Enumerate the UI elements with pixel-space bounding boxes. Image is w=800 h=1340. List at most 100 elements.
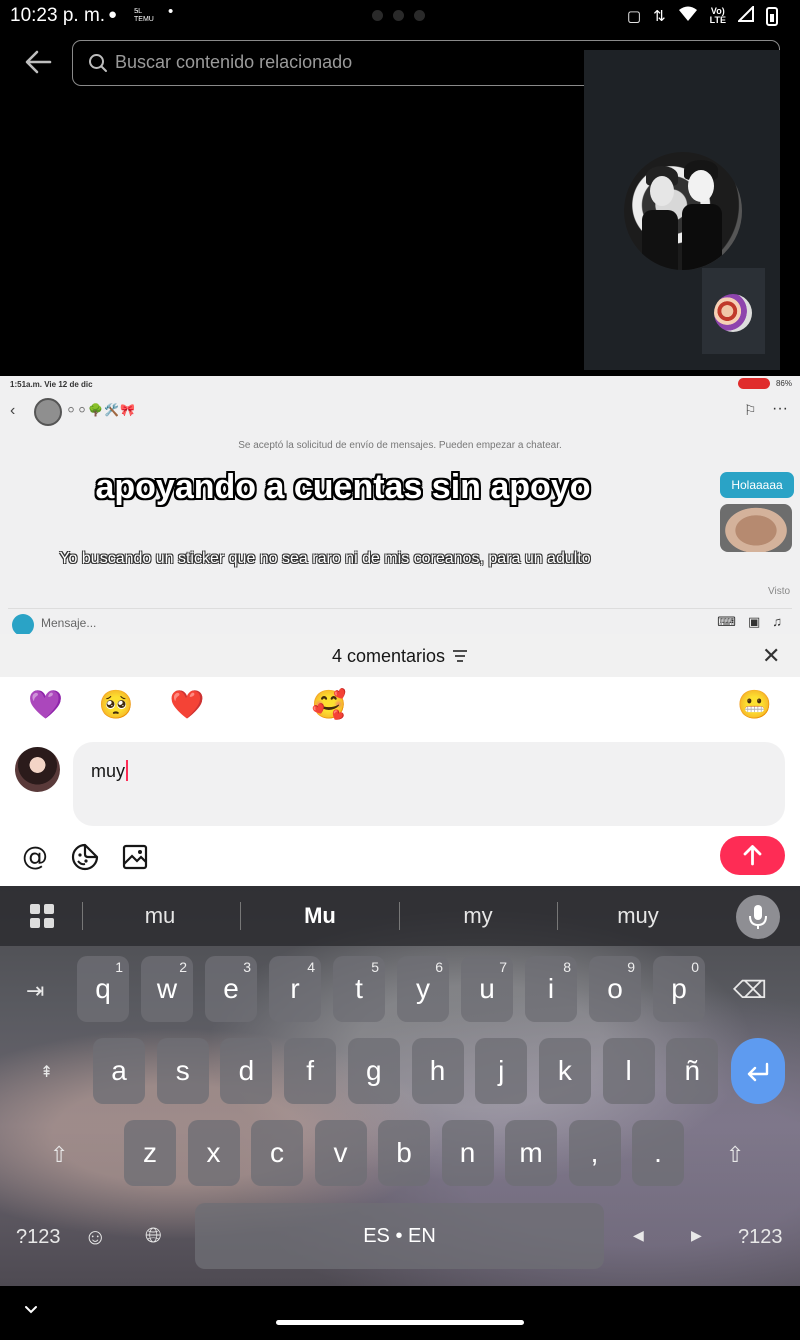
- key-u-label: u: [479, 973, 495, 1004]
- key-h[interactable]: h: [411, 1038, 464, 1104]
- key-a[interactable]: a: [93, 1038, 145, 1104]
- suggestion-4[interactable]: muy: [578, 903, 698, 929]
- dm-status-icons: 86%: [737, 378, 792, 389]
- shift-right-icon[interactable]: ⇧: [726, 1142, 744, 1168]
- key-v-label: v: [333, 1137, 348, 1168]
- screen-mirror-icon: ▢: [626, 8, 642, 25]
- key-j[interactable]: j: [475, 1038, 528, 1104]
- chevron-down-icon[interactable]: [22, 1300, 40, 1318]
- tab-icon[interactable]: ⇥: [26, 978, 44, 1004]
- video-overlay-title: apoyando a cuentas sin apoyo: [95, 468, 591, 506]
- key-n[interactable]: n: [441, 1120, 494, 1186]
- comments-count-label: 4 comentarios: [331, 646, 446, 666]
- key-r[interactable]: r4: [269, 956, 321, 1022]
- close-icon[interactable]: ✕: [762, 645, 780, 667]
- dm-message-placeholder: Mensaje...: [41, 616, 97, 630]
- key-d-label: d: [238, 1055, 255, 1086]
- quick-emoji-6[interactable]: 😂: [380, 688, 420, 721]
- key-u[interactable]: u7: [461, 956, 513, 1022]
- key-c[interactable]: c: [251, 1120, 303, 1186]
- key-w[interactable]: w2: [141, 956, 193, 1022]
- key-ñ[interactable]: ñ: [666, 1038, 719, 1104]
- key-v[interactable]: v: [314, 1120, 367, 1186]
- key-f[interactable]: f: [284, 1038, 337, 1104]
- quick-emoji-9[interactable]: 😅: [593, 688, 633, 721]
- key-period[interactable]: .: [632, 1120, 684, 1186]
- navigation-bar: [0, 1286, 800, 1340]
- dm-battery-text: 86%: [775, 379, 792, 388]
- key-x[interactable]: x: [187, 1120, 240, 1186]
- key-p[interactable]: p0: [653, 956, 705, 1022]
- home-indicator[interactable]: [276, 1320, 524, 1325]
- status-bar: 10:23 p. m. ● ᎦᏞ TEMU • ▢ ⇅ Vo) LTE: [0, 0, 800, 32]
- image-icon[interactable]: [120, 842, 150, 872]
- suggestion-3[interactable]: my: [418, 903, 538, 929]
- arrow-up-icon: [743, 845, 762, 866]
- comments-title[interactable]: 4 comentarios: [0, 646, 800, 667]
- key-comma-label: ,: [590, 1137, 599, 1168]
- quick-emoji-1[interactable]: 💜: [25, 688, 65, 721]
- key-y-label: y: [416, 973, 430, 1004]
- quick-emoji-2[interactable]: 🥺: [96, 688, 136, 721]
- search-placeholder: Buscar contenido relacionado: [115, 52, 353, 72]
- dm-message-bubble: Holaaaaa: [720, 472, 794, 498]
- temu-notification-icon: ᎦᏞ TEMU: [134, 8, 154, 23]
- quick-emoji-10[interactable]: 😌: [664, 688, 704, 721]
- mic-button[interactable]: [736, 895, 780, 939]
- key-y[interactable]: y6: [397, 956, 449, 1022]
- emoji-key-icon[interactable]: ☺: [84, 1224, 106, 1250]
- send-button[interactable]: [720, 836, 785, 875]
- quick-emoji-3[interactable]: ❤️: [167, 688, 207, 721]
- caps-lock-icon[interactable]: ⇞: [40, 1062, 53, 1082]
- key-j-label: j: [498, 1055, 505, 1086]
- quick-emoji-5[interactable]: 🥰: [309, 688, 349, 721]
- more-icon: ···: [772, 400, 788, 417]
- key-l[interactable]: l: [602, 1038, 655, 1104]
- key-k[interactable]: k: [538, 1038, 591, 1104]
- quick-emoji-8[interactable]: 😏: [522, 688, 562, 721]
- key-b[interactable]: b: [378, 1120, 430, 1186]
- apps-grid-icon[interactable]: [30, 904, 54, 928]
- enter-key[interactable]: [731, 1038, 785, 1104]
- cursor-right-icon[interactable]: ▶: [691, 1227, 702, 1244]
- key-q-hint: 1: [115, 959, 123, 975]
- key-i[interactable]: i8: [525, 956, 577, 1022]
- key-s[interactable]: s: [156, 1038, 209, 1104]
- comment-input-value: muy: [91, 761, 126, 781]
- suggestion-2[interactable]: Mu: [260, 903, 380, 929]
- battery-icon: [766, 6, 778, 26]
- shift-left-icon[interactable]: ⇧: [50, 1142, 68, 1168]
- key-e[interactable]: e3: [205, 956, 257, 1022]
- key-q[interactable]: q1: [77, 956, 129, 1022]
- dm-seen-label: Visto: [768, 586, 791, 597]
- backspace-icon[interactable]: ⌫: [733, 976, 767, 1005]
- key-g-label: g: [366, 1055, 382, 1086]
- globe-icon[interactable]: 🌐︎: [145, 1224, 162, 1248]
- quick-emoji-11[interactable]: 😬: [735, 688, 775, 721]
- comment-input-text[interactable]: muy: [91, 760, 129, 782]
- suggestion-1[interactable]: mu: [100, 903, 220, 929]
- mic-icon: [749, 905, 767, 929]
- quick-emoji-4[interactable]: 😁: [238, 688, 278, 721]
- key-q-label: q: [95, 973, 111, 1004]
- key-m[interactable]: m: [505, 1120, 557, 1186]
- key-comma[interactable]: ,: [568, 1120, 621, 1186]
- cursor-left-icon[interactable]: ◀: [633, 1227, 644, 1244]
- dm-notice: Se aceptó la solicitud de envío de mensa…: [238, 440, 562, 451]
- back-arrow-icon[interactable]: [22, 46, 54, 78]
- key-d[interactable]: d: [220, 1038, 273, 1104]
- key-z[interactable]: z: [124, 1120, 176, 1186]
- key-g[interactable]: g: [347, 1038, 400, 1104]
- sticker-icon[interactable]: [70, 842, 100, 872]
- dm-status-time: 1:51a.m. Vie 12 de dic: [10, 380, 93, 389]
- comment-input[interactable]: [73, 742, 785, 826]
- profile-photo: [624, 152, 742, 270]
- symbols-key-right[interactable]: ?123: [738, 1226, 783, 1249]
- key-ñ-label: ñ: [684, 1055, 701, 1086]
- symbols-key-left[interactable]: ?123: [16, 1226, 61, 1249]
- key-o[interactable]: o9: [589, 956, 641, 1022]
- key-t[interactable]: t5: [333, 956, 385, 1022]
- mention-icon[interactable]: @: [20, 842, 50, 872]
- quick-emoji-7[interactable]: 😳: [451, 688, 491, 721]
- space-key[interactable]: ES • EN: [195, 1203, 604, 1269]
